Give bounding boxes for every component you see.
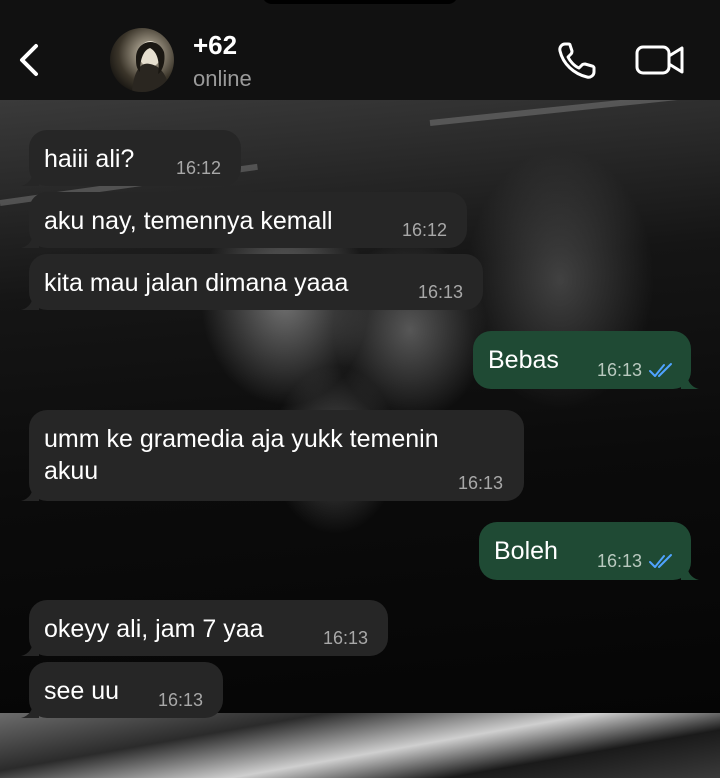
incoming-message[interactable]: kita mau jalan dimana yaaa 16:13 — [21, 254, 483, 310]
avatar-image — [132, 41, 170, 92]
bubble-tail — [21, 232, 39, 248]
bubble-tail — [681, 373, 699, 389]
message-time: 16:13 — [323, 628, 369, 648]
contact-status: online — [193, 66, 252, 91]
bubble-tail — [21, 702, 39, 718]
read-receipt-icon — [649, 554, 672, 568]
back-button[interactable] — [14, 40, 48, 80]
message-time: 16:12 — [176, 158, 222, 178]
message-text: see uu — [44, 677, 120, 705]
phone-icon — [558, 42, 596, 79]
incoming-message[interactable]: see uu 16:13 — [21, 662, 223, 718]
bubble-tail — [21, 485, 39, 501]
message-text-line: umm ke gramedia aja yukk temenin — [44, 425, 439, 453]
outgoing-message[interactable]: Bebas 16:13 — [473, 331, 699, 389]
outgoing-message[interactable]: Boleh 16:13 — [479, 522, 699, 580]
device-notch — [262, 0, 458, 4]
message-time: 16:13 — [597, 551, 643, 571]
message-text: haiii ali? — [44, 145, 135, 173]
chat-header: +62 online — [0, 0, 720, 100]
message-time: 16:13 — [418, 282, 464, 302]
voice-call-button[interactable] — [556, 40, 600, 80]
contact-name[interactable]: +62 — [193, 30, 237, 61]
bubble-tail — [21, 640, 39, 656]
message-time: 16:13 — [458, 473, 504, 493]
message-text: okeyy ali, jam 7 yaa — [44, 615, 264, 643]
video-camera-icon — [635, 45, 684, 75]
incoming-message[interactable]: aku nay, temennya kemall 16:12 — [21, 192, 467, 248]
message-text: aku nay, temennya kemall — [44, 207, 333, 235]
read-receipt-icon — [649, 363, 672, 377]
message-text: Boleh — [494, 537, 558, 565]
message-time: 16:13 — [158, 690, 204, 710]
message-text: Bebas — [488, 346, 559, 374]
bubble-tail — [21, 170, 39, 186]
incoming-message[interactable]: umm ke gramedia aja yukk temenin akuu 16… — [21, 410, 524, 501]
video-call-button[interactable] — [634, 42, 686, 78]
bubble-tail — [21, 294, 39, 310]
message-text: kita mau jalan dimana yaaa — [44, 269, 349, 297]
incoming-message[interactable]: haiii ali? 16:12 — [21, 130, 241, 186]
background-strip — [0, 713, 720, 778]
message-text-line: akuu — [44, 457, 99, 485]
chevron-left-icon — [20, 44, 38, 76]
contact-avatar[interactable] — [110, 28, 174, 92]
bubble-tail — [681, 564, 699, 580]
incoming-message[interactable]: okeyy ali, jam 7 yaa 16:13 — [21, 600, 388, 656]
message-time: 16:13 — [597, 360, 643, 380]
message-time: 16:12 — [402, 220, 448, 240]
background-detail — [429, 100, 719, 126]
